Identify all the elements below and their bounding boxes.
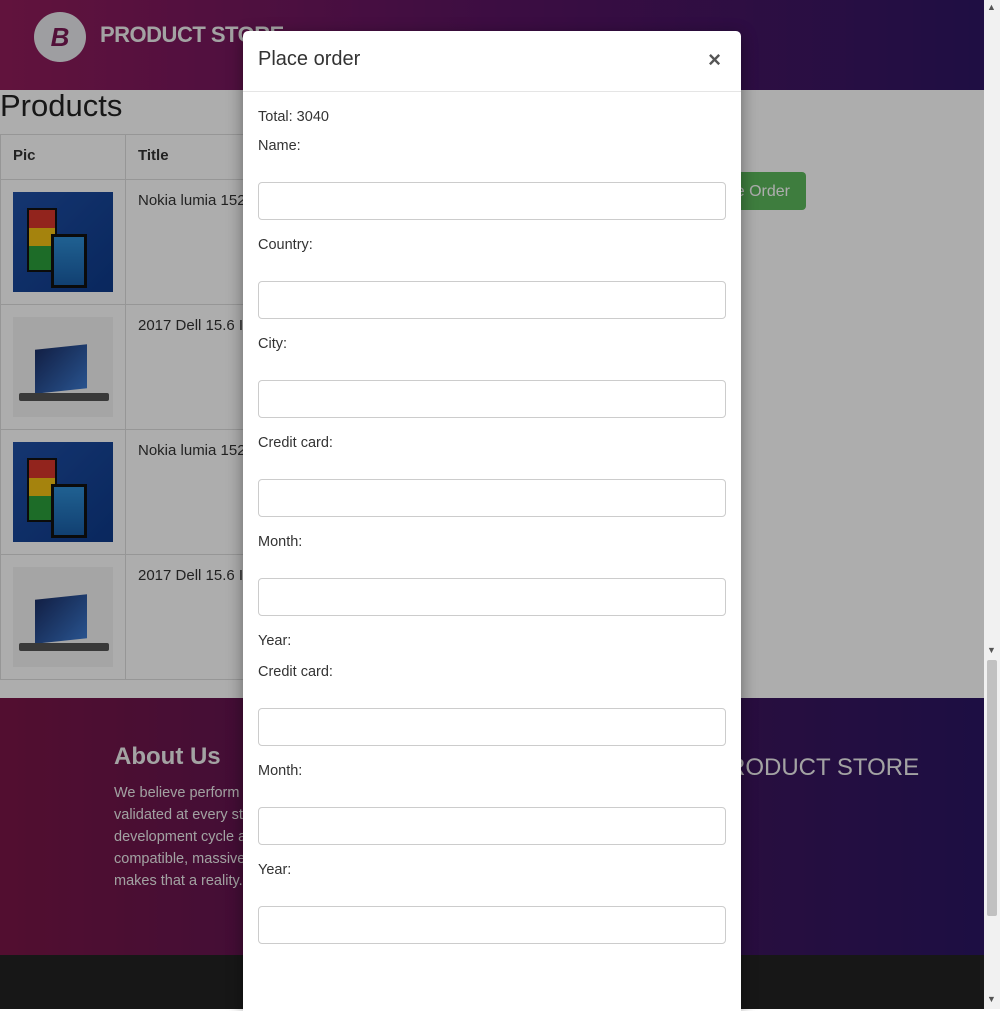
modal-title: Place order: [258, 48, 361, 70]
scroll-down-arrow-icon[interactable]: ▼: [987, 994, 996, 1004]
country-input[interactable]: [258, 281, 726, 319]
page-scrollbar[interactable]: ▲ ▼ ▼: [984, 0, 1000, 1009]
modal-header: Place order ×: [243, 31, 741, 92]
year-label: Year:: [258, 633, 292, 649]
credit-card-label: Credit card:: [258, 664, 333, 680]
scroll-down-arrow-icon[interactable]: ▼: [987, 645, 996, 655]
scroll-up-arrow-icon[interactable]: ▲: [987, 2, 996, 12]
month-label: Month:: [258, 763, 303, 779]
city-input[interactable]: [258, 380, 726, 418]
scrollbar-thumb[interactable]: [987, 660, 997, 916]
country-label: Country:: [258, 237, 313, 253]
month-input-2[interactable]: [258, 807, 726, 845]
city-label: City:: [258, 336, 287, 352]
order-total: Total: 3040: [258, 109, 329, 125]
year-label: Year:: [258, 862, 292, 878]
month-input[interactable]: [258, 578, 726, 616]
name-input[interactable]: [258, 182, 726, 220]
credit-card-input-2[interactable]: [258, 708, 726, 746]
credit-card-input[interactable]: [258, 479, 726, 517]
place-order-modal: Place order × Total: 3040 Name: Country:…: [243, 31, 741, 1011]
month-label: Month:: [258, 534, 303, 550]
year-input[interactable]: [258, 906, 726, 944]
name-label: Name:: [258, 138, 301, 154]
credit-card-label: Credit card:: [258, 435, 333, 451]
close-icon[interactable]: ×: [702, 48, 727, 72]
